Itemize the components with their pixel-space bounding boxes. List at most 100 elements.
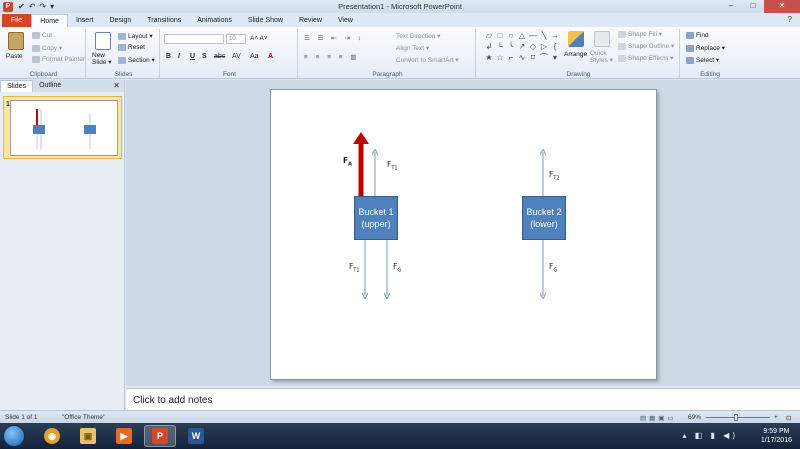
shape-item[interactable]: □ [495,31,505,41]
quick-styles-button[interactable]: Quick Styles ▾ [590,50,616,64]
close-panel-icon[interactable]: ✕ [113,81,120,90]
italic-button[interactable]: I [178,53,180,60]
layout-button[interactable]: Layout ▾ [118,32,153,40]
shape-outline-button[interactable]: Shape Outline ▾ [618,42,674,50]
format-painter-button[interactable]: Format Painter [32,56,85,63]
clock-time: 9:59 PM [763,428,790,435]
character-spacing-button[interactable]: AV [232,53,241,60]
zoom-in-icon[interactable]: + [774,414,778,421]
zoom-slider-handle[interactable] [734,414,738,421]
bucket-1-box[interactable]: Bucket 1 (upper) [354,196,398,240]
shapes-gallery[interactable]: ▱ □ ○ △ — ╲ → ↲ └ ╰ ↗ ◇ ▷ { ★ ☆ ⌐ ∿ ⌑ ⌒ … [484,31,559,63]
notes-placeholder[interactable]: Click to add notes [133,395,213,406]
font-color-button[interactable]: A [268,53,273,60]
tab-design[interactable]: Design [101,14,139,27]
shadow-button[interactable]: S [202,53,207,60]
find-label: Find [696,32,709,40]
notes-pane[interactable]: Click to add notes [126,388,800,410]
tab-slides[interactable]: Slides [0,80,34,92]
clock[interactable]: 9:59 PM 1/17/2016 [761,427,792,445]
shape-item[interactable]: ☆ [495,53,505,63]
tab-home[interactable]: Home [31,14,68,27]
quick-styles-icon[interactable] [594,31,610,47]
new-slide-icon[interactable] [95,32,111,50]
taskbar-word[interactable]: W [180,425,212,447]
change-case-button[interactable]: Aa [250,53,259,60]
tab-outline[interactable]: Outline [33,80,67,92]
slide-canvas[interactable]: Bucket 1 (upper) Bucket 2 (lower) FA FT1… [270,89,657,380]
shape-item[interactable]: ★ [484,53,494,63]
tab-file[interactable]: File [2,14,32,27]
maximize-button[interactable]: □ [742,0,764,13]
alignment-buttons[interactable]: ≡ ≡ ≡ ≡ ▥ [304,53,360,61]
bucket-1-name: Bucket 1 [358,207,394,217]
close-button[interactable]: ✕ [764,0,800,13]
shape-item[interactable]: ⌐ [506,53,516,63]
tab-slide-show[interactable]: Slide Show [240,14,291,27]
tab-insert[interactable]: Insert [68,14,102,27]
zoom-slider[interactable] [706,417,770,418]
tab-review[interactable]: Review [291,14,330,27]
shape-item[interactable]: △ [517,31,527,41]
start-button[interactable] [3,425,25,447]
tab-transitions[interactable]: Transitions [139,14,189,27]
slide-thumbnail[interactable] [10,100,118,156]
effects-icon [618,54,626,62]
copy-button[interactable]: Copy ▾ [32,44,62,52]
minimize-button[interactable]: – [720,0,742,13]
arrange-icon[interactable] [568,31,584,47]
shape-item[interactable]: ╲ [539,31,549,41]
bucket-2-box[interactable]: Bucket 2 (lower) [522,196,566,240]
arrange-button[interactable]: Arrange [564,51,587,58]
underline-button[interactable]: U [190,53,195,60]
bold-button[interactable]: B [166,53,171,60]
shape-item[interactable]: → [550,31,560,41]
grow-shrink-font[interactable]: A˄ A˅ [250,35,268,42]
taskbar-chrome[interactable]: ◉ [36,425,68,447]
strikethrough-button[interactable]: abc [214,53,225,60]
slides-group: New Slide ▾ Layout ▾ Reset Section ▾ Sli… [88,29,160,78]
shape-item[interactable]: ⌑ [528,53,538,63]
shape-item[interactable]: ◇ [528,42,538,52]
shape-item[interactable]: └ [495,42,505,52]
shape-item[interactable]: ↲ [484,42,494,52]
taskbar-media[interactable]: ▶ [108,425,140,447]
convert-smartart-button[interactable]: Convert to SmartArt ▾ [396,56,459,64]
text-direction-button[interactable]: Text Direction ▾ [396,32,440,40]
shape-item[interactable]: ▷ [539,42,549,52]
shape-item[interactable]: ▾ [550,53,560,63]
list-buttons[interactable]: ☰ ☰ ⇤ ⇥ ↕ [304,34,364,42]
shape-item[interactable]: — [528,31,538,41]
new-slide-button[interactable]: New Slide ▾ [92,52,118,66]
help-icon[interactable]: ? [788,15,792,24]
fit-slide-icon[interactable]: ⊡ [786,414,791,422]
replace-button[interactable]: Replace ▾ [686,44,725,52]
cut-button[interactable]: Cut [32,32,52,39]
tab-animations[interactable]: Animations [189,14,240,27]
font-name-box[interactable] [164,34,224,44]
shape-effects-button[interactable]: Shape Effects ▾ [618,54,673,62]
shape-item[interactable]: ⌒ [539,53,549,63]
align-text-button[interactable]: Align Text ▾ [396,44,429,52]
shape-item[interactable]: ○ [506,31,516,41]
shape-item[interactable]: ∿ [517,53,527,63]
paste-icon[interactable] [8,32,24,50]
tab-view[interactable]: View [330,14,361,27]
shape-item[interactable]: ╰ [506,42,516,52]
zoom-level[interactable]: 69% [688,414,701,421]
section-button[interactable]: Section ▾ [118,56,155,64]
taskbar-explorer[interactable]: ▣ [72,425,104,447]
system-tray-icons[interactable]: ▴ ◧ ▮ ◀) [683,431,738,440]
taskbar-powerpoint[interactable]: P [144,425,176,447]
select-button[interactable]: Select ▾ [686,56,719,64]
view-buttons[interactable]: ▤▦▣▭ [640,414,677,422]
reset-button[interactable]: Reset [118,44,145,51]
paste-button[interactable]: Paste [6,53,23,60]
shape-item[interactable]: { [550,42,560,52]
find-button[interactable]: Find [686,32,709,39]
shape-item[interactable]: ▱ [484,31,494,41]
cursor-icon [686,56,694,64]
shape-item[interactable]: ↗ [517,42,527,52]
shape-fill-button[interactable]: Shape Fill ▾ [618,30,662,38]
font-size-box[interactable]: 10 [226,34,246,44]
